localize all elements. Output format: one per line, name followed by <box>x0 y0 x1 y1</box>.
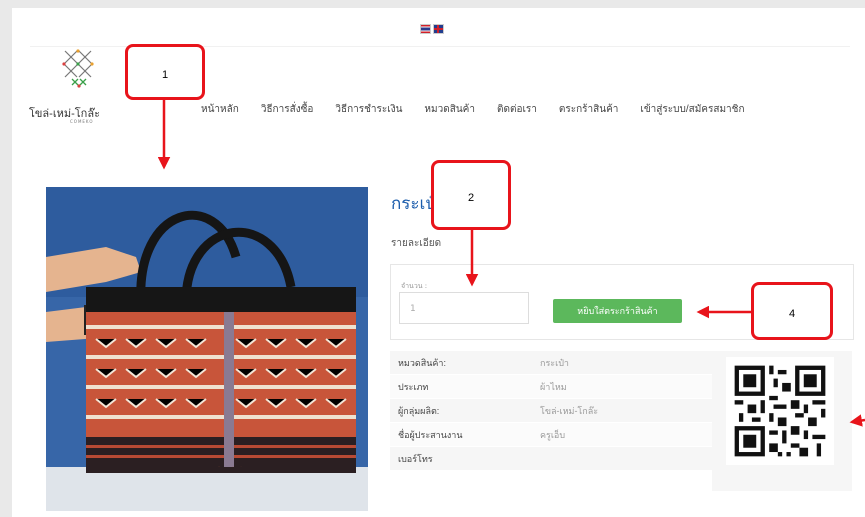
qr-code-icon <box>726 357 834 465</box>
logo-icon <box>62 49 94 88</box>
info-key: เบอร์โทร <box>390 446 532 471</box>
nav-item-login[interactable]: เข้าสู่ระบบ/สมัครสมาชิก <box>640 102 744 117</box>
product-image <box>46 187 368 511</box>
bag-photo <box>46 187 368 511</box>
info-value <box>532 446 712 471</box>
qr-panel <box>712 351 852 491</box>
quantity-input[interactable]: 1 <box>399 292 529 324</box>
table-row: เบอร์โทร <box>390 446 712 471</box>
callout-1: 1 <box>125 44 205 100</box>
nav-item-categories[interactable]: หมวดสินค้า <box>424 102 475 117</box>
detail-label: รายละเอียด <box>391 238 442 249</box>
nav-item-payment[interactable]: วิธีการชำระเงิน <box>335 102 402 117</box>
nav-item-cart[interactable]: ตระกร้าสินค้า <box>559 102 619 117</box>
callout-2: 2 <box>431 160 511 230</box>
table-row: ประเภท ผ้าไหม <box>390 374 712 399</box>
info-value: โขล่-เหม่-โกล๊ะ <box>532 398 712 423</box>
info-value: ผ้าไหม <box>532 374 712 399</box>
info-key: หมวดสินค้า: <box>390 351 532 375</box>
language-switcher <box>420 24 444 34</box>
nav-item-how-to-order[interactable]: วิธีการสั่งซื้อ <box>261 102 314 117</box>
logo-subtitle: COMEKO <box>70 119 94 124</box>
info-key: ประเภท <box>390 374 532 399</box>
info-key: ผู้กลุ่มผลิต: <box>390 398 532 423</box>
info-value: กระเป๋า <box>532 351 712 375</box>
callout-4: 4 <box>751 282 833 340</box>
table-row: ชื่อผู้ประสานงาน ครูเอ็บ <box>390 422 712 447</box>
quantity-label: จำนวน : <box>401 282 428 290</box>
info-value: ครูเอ็บ <box>532 422 712 447</box>
table-row: ผู้กลุ่มผลิต: โขล่-เหม่-โกล๊ะ <box>390 398 712 423</box>
uk-flag-icon[interactable] <box>433 24 444 34</box>
info-key: ชื่อผู้ประสานงาน <box>390 422 532 447</box>
product-info-table: หมวดสินค้า: กระเป๋า ประเภท ผ้าไหม ผู้กลุ… <box>390 351 712 471</box>
table-row: หมวดสินค้า: กระเป๋า <box>390 351 712 375</box>
nav-item-home[interactable]: หน้าหลัก <box>201 102 239 117</box>
nav-item-contact[interactable]: ติดต่อเรา <box>497 102 537 117</box>
main-nav: หน้าหลัก วิธีการสั่งซื้อ วิธีการชำระเงิน… <box>201 102 767 117</box>
thai-flag-icon[interactable] <box>420 24 431 34</box>
add-to-cart-button[interactable]: หยิบใส่ตระกร้าสินค้า <box>553 299 682 323</box>
qr-code[interactable] <box>726 357 834 465</box>
